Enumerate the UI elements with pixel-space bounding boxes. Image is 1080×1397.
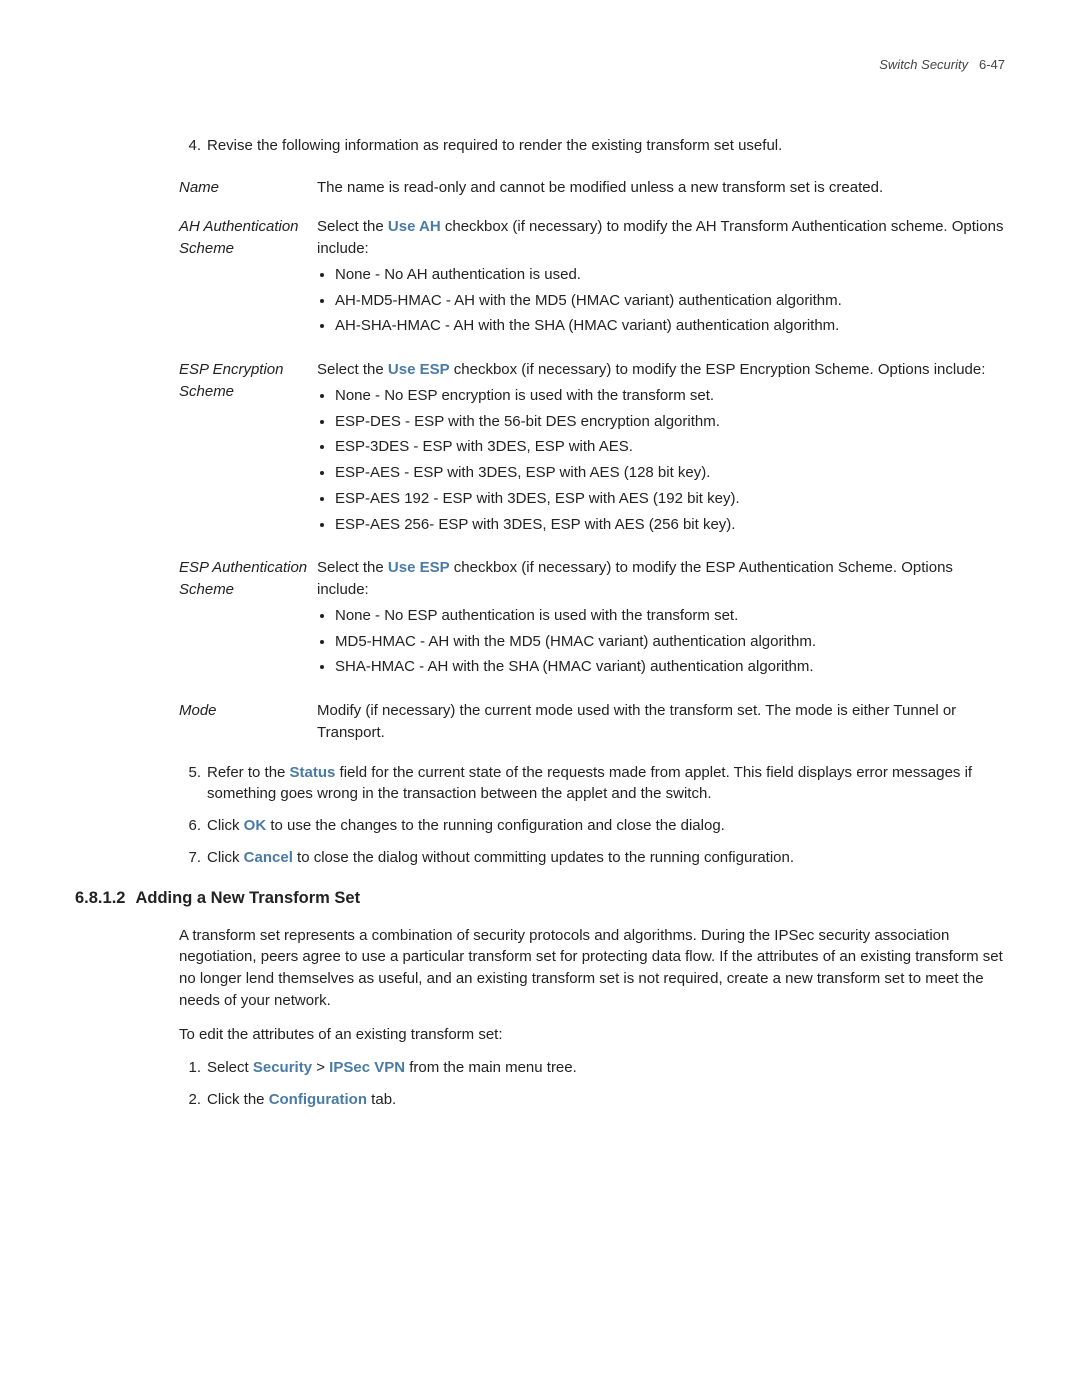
list-item: None - No ESP authentication is used wit… [335, 605, 1005, 627]
breadcrumb: Switch Security [879, 57, 968, 72]
step-body: Click Cancel to close the dialog without… [207, 847, 1005, 869]
def-term: ESP Authentication Scheme [179, 557, 317, 682]
step-number: 4. [179, 135, 201, 157]
def-row-esp-auth: ESP Authentication Scheme Select the Use… [179, 557, 1005, 682]
steps-list-lower: 5. Refer to the Status field for the cur… [179, 762, 1005, 869]
step-5: 5. Refer to the Status field for the cur… [179, 762, 1005, 806]
step-4: 4. Revise the following information as r… [179, 135, 1005, 157]
main-content: 4. Revise the following information as r… [75, 135, 1005, 1111]
ok-label: OK [244, 817, 267, 834]
use-esp-label: Use ESP [388, 361, 450, 378]
post: tab. [367, 1091, 396, 1108]
step-text: Revise the following information as requ… [207, 135, 1005, 157]
step-body: Select Security > IPSec VPN from the mai… [207, 1057, 1005, 1079]
step-body: Click the Configuration tab. [207, 1089, 1005, 1111]
section-steps: 1. Select Security > IPSec VPN from the … [179, 1057, 1005, 1111]
section-step-1: 1. Select Security > IPSec VPN from the … [179, 1057, 1005, 1079]
list-item: ESP-3DES - ESP with 3DES, ESP with AES. [335, 436, 1005, 458]
definition-table: Name The name is read-only and cannot be… [179, 177, 1005, 744]
def-term: Mode [179, 700, 317, 744]
step-6: 6. Click OK to use the changes to the ru… [179, 815, 1005, 837]
def-desc-text: The name is read-only and cannot be modi… [317, 179, 883, 196]
step-number: 6. [179, 815, 201, 837]
section-step-2: 2. Click the Configuration tab. [179, 1089, 1005, 1111]
def-desc: The name is read-only and cannot be modi… [317, 177, 1005, 199]
mid: > [312, 1059, 329, 1076]
def-term: Name [179, 177, 317, 199]
list-item: None - No ESP encryption is used with th… [335, 385, 1005, 407]
section-paragraph-1: A transform set represents a combination… [179, 925, 1005, 1012]
step-number: 5. [179, 762, 201, 806]
list-item: AH-MD5-HMAC - AH with the MD5 (HMAC vari… [335, 290, 1005, 312]
def-term: ESP Encryption Scheme [179, 359, 317, 539]
steps-list-upper: 4. Revise the following information as r… [179, 135, 1005, 157]
list-item: ESP-AES - ESP with 3DES, ESP with AES (1… [335, 462, 1005, 484]
cancel-label: Cancel [244, 849, 293, 866]
list-item: MD5-HMAC - AH with the MD5 (HMAC variant… [335, 631, 1005, 653]
step-number: 1. [179, 1057, 201, 1079]
section-heading: 6.8.1.2 Adding a New Transform Set [75, 887, 1005, 911]
list-item: AH-SHA-HMAC - AH with the SHA (HMAC vari… [335, 315, 1005, 337]
step-7: 7. Click Cancel to close the dialog with… [179, 847, 1005, 869]
pre: Click [207, 849, 244, 866]
def-row-mode: Mode Modify (if necessary) the current m… [179, 700, 1005, 744]
def-desc: Modify (if necessary) the current mode u… [317, 700, 1005, 744]
lead-pre: Select the [317, 559, 388, 576]
security-label: Security [253, 1059, 312, 1076]
list-item: ESP-AES 256- ESP with 3DES, ESP with AES… [335, 514, 1005, 536]
esp-auth-options-list: None - No ESP authentication is used wit… [317, 605, 1005, 678]
lead-pre: Select the [317, 218, 388, 235]
def-row-name: Name The name is read-only and cannot be… [179, 177, 1005, 199]
pre: Click [207, 817, 244, 834]
pre: Refer to the [207, 764, 290, 781]
def-row-ah: AH Authentication Scheme Select the Use … [179, 216, 1005, 341]
def-desc: Select the Use AH checkbox (if necessary… [317, 216, 1005, 341]
pre: Click the [207, 1091, 269, 1108]
ipsec-vpn-label: IPSec VPN [329, 1059, 405, 1076]
def-desc-text: Modify (if necessary) the current mode u… [317, 702, 956, 741]
status-label: Status [290, 764, 336, 781]
def-term: AH Authentication Scheme [179, 216, 317, 341]
def-desc: Select the Use ESP checkbox (if necessar… [317, 557, 1005, 682]
ah-options-list: None - No AH authentication is used. AH-… [317, 264, 1005, 337]
pre: Select [207, 1059, 253, 1076]
page-number: 6-47 [979, 57, 1005, 72]
configuration-label: Configuration [269, 1091, 367, 1108]
def-desc: Select the Use ESP checkbox (if necessar… [317, 359, 1005, 539]
list-item: ESP-DES - ESP with the 56-bit DES encryp… [335, 411, 1005, 433]
list-item: None - No AH authentication is used. [335, 264, 1005, 286]
list-item: SHA-HMAC - AH with the SHA (HMAC variant… [335, 656, 1005, 678]
step-number: 7. [179, 847, 201, 869]
step-number: 2. [179, 1089, 201, 1111]
section-number: 6.8.1.2 [75, 889, 125, 907]
post: from the main menu tree. [405, 1059, 577, 1076]
use-ah-label: Use AH [388, 218, 441, 235]
page-header: Switch Security 6-47 [75, 56, 1005, 75]
section-title: Adding a New Transform Set [135, 889, 360, 907]
esp-enc-options-list: None - No ESP encryption is used with th… [317, 385, 1005, 536]
def-row-esp-enc: ESP Encryption Scheme Select the Use ESP… [179, 359, 1005, 539]
post: to close the dialog without committing u… [293, 849, 794, 866]
lead-pre: Select the [317, 361, 388, 378]
post: to use the changes to the running config… [266, 817, 725, 834]
step-body: Click OK to use the changes to the runni… [207, 815, 1005, 837]
use-esp-label: Use ESP [388, 559, 450, 576]
list-item: ESP-AES 192 - ESP with 3DES, ESP with AE… [335, 488, 1005, 510]
section-paragraph-2: To edit the attributes of an existing tr… [179, 1024, 1005, 1046]
step-body: Refer to the Status field for the curren… [207, 762, 1005, 806]
lead-post: checkbox (if necessary) to modify the ES… [450, 361, 986, 378]
